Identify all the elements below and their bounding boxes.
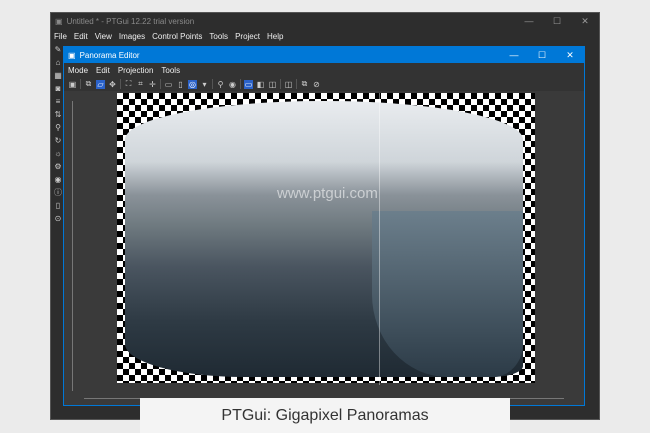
water-area	[371, 211, 523, 377]
menu-edit[interactable]: Edit	[96, 66, 110, 75]
preview-icon[interactable]: ◉	[55, 175, 62, 185]
menu-project[interactable]: Project	[235, 32, 260, 41]
main-menu-bar: File Edit View Images Control Points Too…	[51, 29, 599, 43]
center-guide-line[interactable]	[379, 93, 380, 385]
projection-dropdown-icon[interactable]: ▾	[200, 80, 209, 89]
editor-maximize-button[interactable]: ☐	[528, 50, 556, 61]
zoom-icon[interactable]: ⚲	[216, 80, 225, 89]
menu-control-points[interactable]: Control Points	[152, 32, 202, 41]
menu-view[interactable]: View	[95, 32, 112, 41]
menu-tools[interactable]: Tools	[161, 66, 180, 75]
new-icon[interactable]: ✎	[55, 45, 62, 55]
spherical-icon[interactable]: ◎	[188, 79, 197, 89]
center-icon[interactable]: ✛	[148, 80, 157, 89]
mask-icon[interactable]: ▯	[56, 201, 60, 211]
blend-icon[interactable]: ◧	[256, 80, 265, 89]
control-points-icon[interactable]: ⚲	[55, 123, 61, 133]
menu-projection[interactable]: Projection	[118, 66, 154, 75]
main-title: Untitled * - PTGui 12.22 trial version	[66, 16, 195, 26]
panorama-editor-window: ▣ Panorama Editor — ☐ ✕ Mode Edit Projec…	[63, 46, 585, 406]
camera-icon[interactable]: ◙	[56, 84, 61, 94]
editor-icon: ▣	[68, 50, 76, 60]
help-icon[interactable]: ⊘	[312, 80, 321, 89]
editor-toolbar: ▣ ⧉ ▱ ✥ ⛶ ⌗ ✛ ▭ ▯ ◎ ▾ ⚲ ◉ ▭ ◧ ◫ ◫ ⧉ ⊘	[64, 77, 584, 91]
editor-minimize-button[interactable]: —	[500, 50, 528, 61]
watermark: www.ptgui.com	[277, 185, 378, 202]
fit-icon[interactable]: ⛶	[124, 79, 133, 89]
settings-icon[interactable]: ⚙	[54, 162, 61, 172]
dual-view-icon[interactable]: ◫	[284, 80, 293, 89]
exposure-icon[interactable]: ☼	[54, 149, 61, 159]
menu-images[interactable]: Images	[119, 32, 145, 41]
optimize-icon[interactable]: ↻	[55, 136, 62, 146]
main-title-bar: ▣ Untitled * - PTGui 12.22 trial version…	[51, 13, 599, 29]
home-icon[interactable]: ⌂	[56, 58, 61, 68]
layers-icon[interactable]: ⧉	[84, 79, 93, 89]
app-icon: ▣	[55, 16, 63, 26]
menu-tools[interactable]: Tools	[209, 32, 228, 41]
panel-toggle-icon[interactable]: ▣	[68, 80, 77, 89]
cylindrical-icon[interactable]: ▯	[176, 80, 185, 89]
sliders-icon[interactable]: ⇅	[55, 110, 62, 120]
warp-icon[interactable]: ▱	[96, 79, 105, 89]
eye-icon[interactable]: ◉	[228, 80, 237, 89]
move-icon[interactable]: ✥	[108, 80, 117, 89]
info-icon[interactable]: ⓘ	[54, 188, 62, 198]
maximize-button[interactable]: ☐	[543, 16, 571, 27]
close-button[interactable]: ✕	[571, 16, 599, 27]
panorama-image[interactable]	[125, 101, 523, 377]
view-frame-icon[interactable]: ▭	[244, 79, 253, 89]
images-icon[interactable]: ▦	[54, 71, 62, 81]
menu-mode[interactable]: Mode	[68, 66, 88, 75]
editor-menu-bar: Mode Edit Projection Tools	[64, 63, 584, 77]
menu-file[interactable]: File	[54, 32, 67, 41]
minimize-button[interactable]: —	[515, 16, 543, 27]
split-icon[interactable]: ◫	[268, 80, 277, 89]
editor-close-button[interactable]: ✕	[556, 50, 584, 61]
caption: PTGui: Gigapixel Panoramas	[140, 398, 510, 433]
copy-icon[interactable]: ⧉	[300, 79, 309, 89]
list-icon[interactable]: ≡	[56, 97, 61, 107]
grid-icon[interactable]: ⌗	[136, 79, 145, 89]
panorama-canvas[interactable]: www.ptgui.com	[64, 91, 584, 405]
menu-edit[interactable]: Edit	[74, 32, 88, 41]
transparency-checkerboard: www.ptgui.com	[117, 93, 535, 385]
vertical-slider[interactable]	[72, 101, 73, 391]
editor-title: Panorama Editor	[79, 50, 140, 60]
rectilinear-icon[interactable]: ▭	[164, 80, 173, 89]
editor-title-bar: ▣ Panorama Editor — ☐ ✕	[64, 47, 584, 63]
create-icon[interactable]: ⊙	[55, 214, 62, 224]
menu-help[interactable]: Help	[267, 32, 283, 41]
